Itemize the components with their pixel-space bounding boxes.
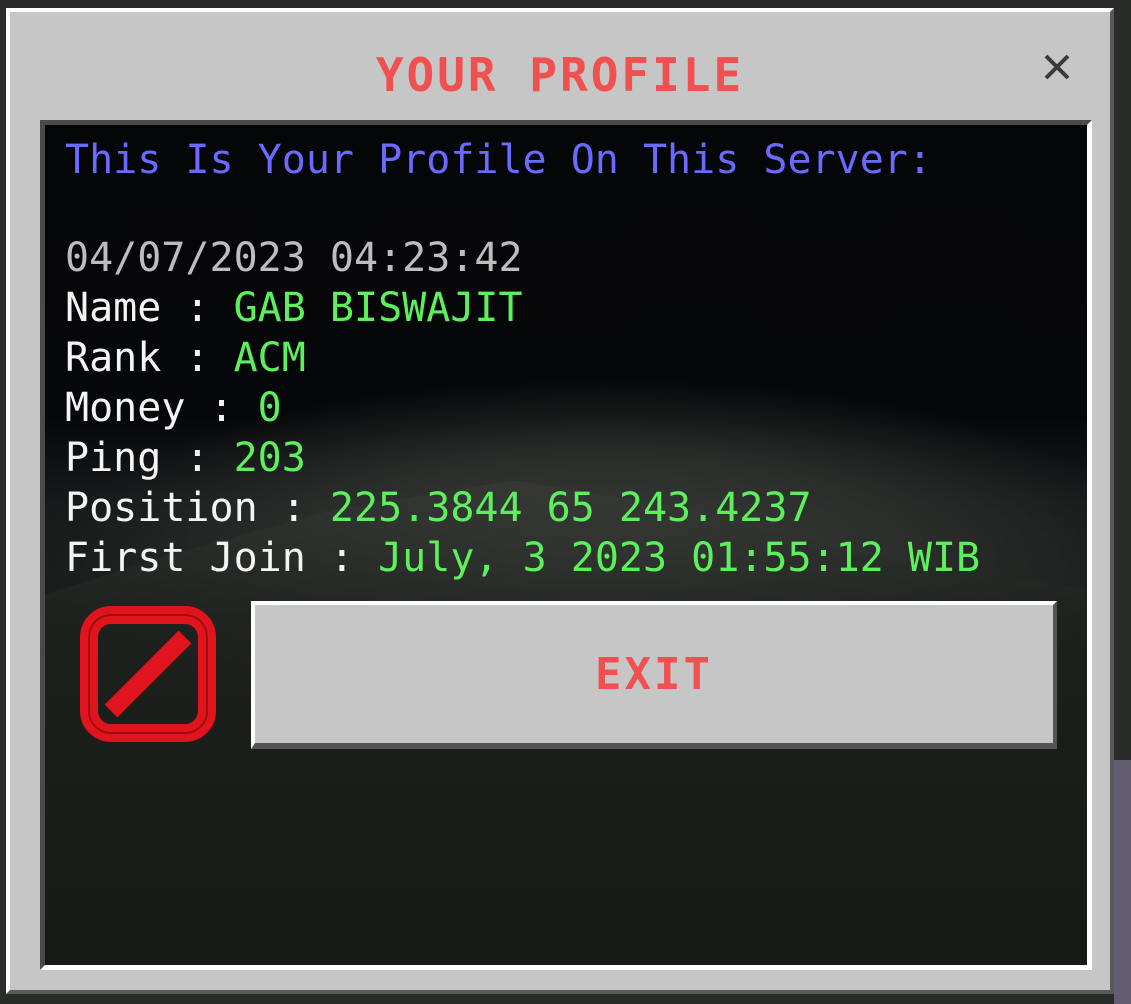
row-value: 225.3844 65 243.4237 — [329, 485, 812, 531]
no-entry-icon[interactable] — [75, 601, 221, 747]
exit-button-label: EXIT — [595, 648, 713, 700]
row-value: 203 — [233, 435, 306, 481]
profile-content-panel: This Is Your Profile On This Server: 04/… — [40, 120, 1092, 970]
row-value: 0 — [257, 385, 282, 431]
timestamp: 04/07/2023 04:23:42 — [65, 235, 523, 281]
background-edge — [1114, 760, 1131, 1004]
profile-dialog: YOUR PROFILE This Is Your Profile On Thi… — [6, 8, 1114, 994]
screen: YOUR PROFILE This Is Your Profile On Thi… — [0, 0, 1131, 1004]
row-label: Rank : — [65, 335, 234, 381]
profile-row-name: Name : GAB BISWAJIT — [65, 283, 523, 333]
row-label: Ping : — [65, 435, 234, 481]
profile-row-first-join: First Join : July, 3 2023 01:55:12 WIB — [65, 533, 980, 583]
row-label: First Join : — [65, 535, 379, 581]
row-value: GAB BISWAJIT — [233, 285, 523, 331]
row-value: July, 3 2023 01:55:12 WIB — [378, 535, 981, 581]
close-icon[interactable] — [1040, 50, 1074, 84]
dialog-title: YOUR PROFILE — [375, 48, 745, 102]
profile-row-position: Position : 225.3844 65 243.4237 — [65, 483, 812, 533]
profile-row-money: Money : 0 — [65, 383, 282, 433]
profile-row-rank: Rank : ACM — [65, 333, 306, 383]
profile-header: This Is Your Profile On This Server: — [65, 137, 932, 183]
profile-row-ping: Ping : 203 — [65, 433, 306, 483]
row-value: ACM — [233, 335, 306, 381]
row-label: Position : — [65, 485, 330, 531]
row-label: Name : — [65, 285, 234, 331]
exit-button[interactable]: EXIT — [251, 601, 1057, 749]
row-label: Money : — [65, 385, 258, 431]
